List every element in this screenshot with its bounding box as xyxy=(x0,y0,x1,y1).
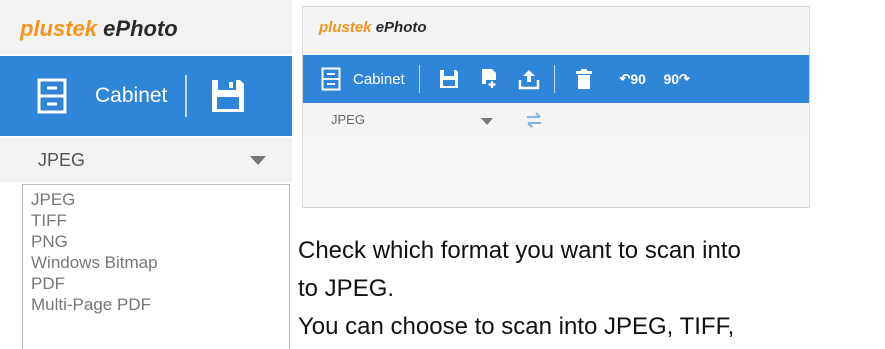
cabinet-button-label[interactable]: Cabinet xyxy=(353,71,405,88)
rotate-left-button[interactable]: ↶ 90 xyxy=(615,69,651,89)
format-option-png[interactable]: PNG xyxy=(31,231,281,252)
zoomed-panel: plustek ePhoto Cabinet JPEG JPEG TIFF PN… xyxy=(0,0,292,349)
instruction-line-1: Check which format you want to scan into xyxy=(298,237,741,264)
toolbar-divider xyxy=(418,65,420,93)
app-header: plustek ePhoto xyxy=(0,0,292,54)
content-area xyxy=(303,137,809,207)
toolbar-divider xyxy=(553,65,555,93)
save-as-icon[interactable] xyxy=(478,68,500,90)
format-options-list: JPEG TIFF PNG Windows Bitmap PDF Multi-P… xyxy=(22,184,290,349)
cabinet-icon[interactable] xyxy=(37,78,67,114)
format-selected-value: JPEG xyxy=(38,150,86,170)
format-option-pdf[interactable]: PDF xyxy=(31,273,281,294)
format-dropdown[interactable]: JPEG xyxy=(303,103,809,137)
format-option-jpeg[interactable]: JPEG xyxy=(31,189,281,210)
app-logo: plustek ePhoto xyxy=(20,16,178,41)
rotate-right-button[interactable]: 90 ↷ xyxy=(659,69,695,89)
chevron-down-icon[interactable] xyxy=(250,156,266,165)
rotate-right-icon: ↷ xyxy=(679,71,690,86)
format-dropdown[interactable]: JPEG xyxy=(0,138,292,182)
rotate-right-label: 90 xyxy=(663,71,680,87)
save-icon[interactable] xyxy=(209,77,247,115)
toolbar: Cabinet ↶ 90 90 ↷ xyxy=(303,55,809,103)
toolbar: Cabinet xyxy=(0,56,292,136)
app-window: plustek ePhoto Cabinet ↶ 90 90 ↷ JPEG xyxy=(302,6,810,208)
instruction-line-3: You can choose to scan into JPEG, TIFF, xyxy=(298,313,735,340)
format-option-tiff[interactable]: TIFF xyxy=(31,210,281,231)
format-selected-value: JPEG xyxy=(331,112,365,127)
format-option-windows-bitmap[interactable]: Windows Bitmap xyxy=(31,252,281,273)
swap-icon[interactable] xyxy=(525,111,543,129)
instruction-line-2: to JPEG. xyxy=(298,275,395,302)
trash-icon[interactable] xyxy=(573,68,595,90)
rotate-left-icon: ↶ xyxy=(619,71,631,86)
app-logo: plustek ePhoto xyxy=(319,19,427,36)
upload-icon[interactable] xyxy=(518,68,540,90)
format-option-multi-page-pdf[interactable]: Multi-Page PDF xyxy=(31,294,281,315)
rotate-left-label: 90 xyxy=(630,71,646,87)
cabinet-icon[interactable] xyxy=(321,67,341,91)
toolbar-divider xyxy=(185,75,188,117)
instruction-text: Check which format you want to scan into… xyxy=(298,232,885,346)
save-icon[interactable] xyxy=(438,68,460,90)
chevron-down-icon[interactable] xyxy=(481,118,493,125)
cabinet-button-label[interactable]: Cabinet xyxy=(95,84,167,108)
